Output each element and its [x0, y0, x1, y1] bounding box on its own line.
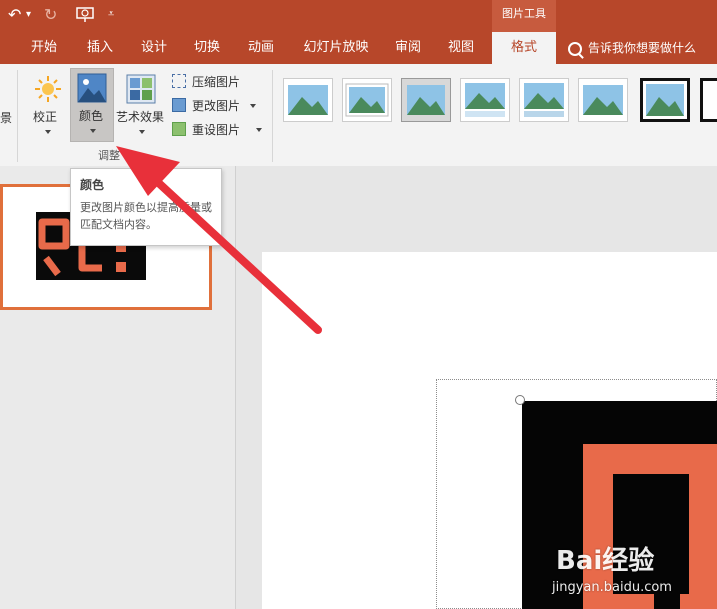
watermark-logo: Bai经验	[556, 546, 655, 576]
annotation-arrow	[116, 146, 322, 334]
watermark-url: jingyan.baidu.com	[552, 580, 672, 595]
